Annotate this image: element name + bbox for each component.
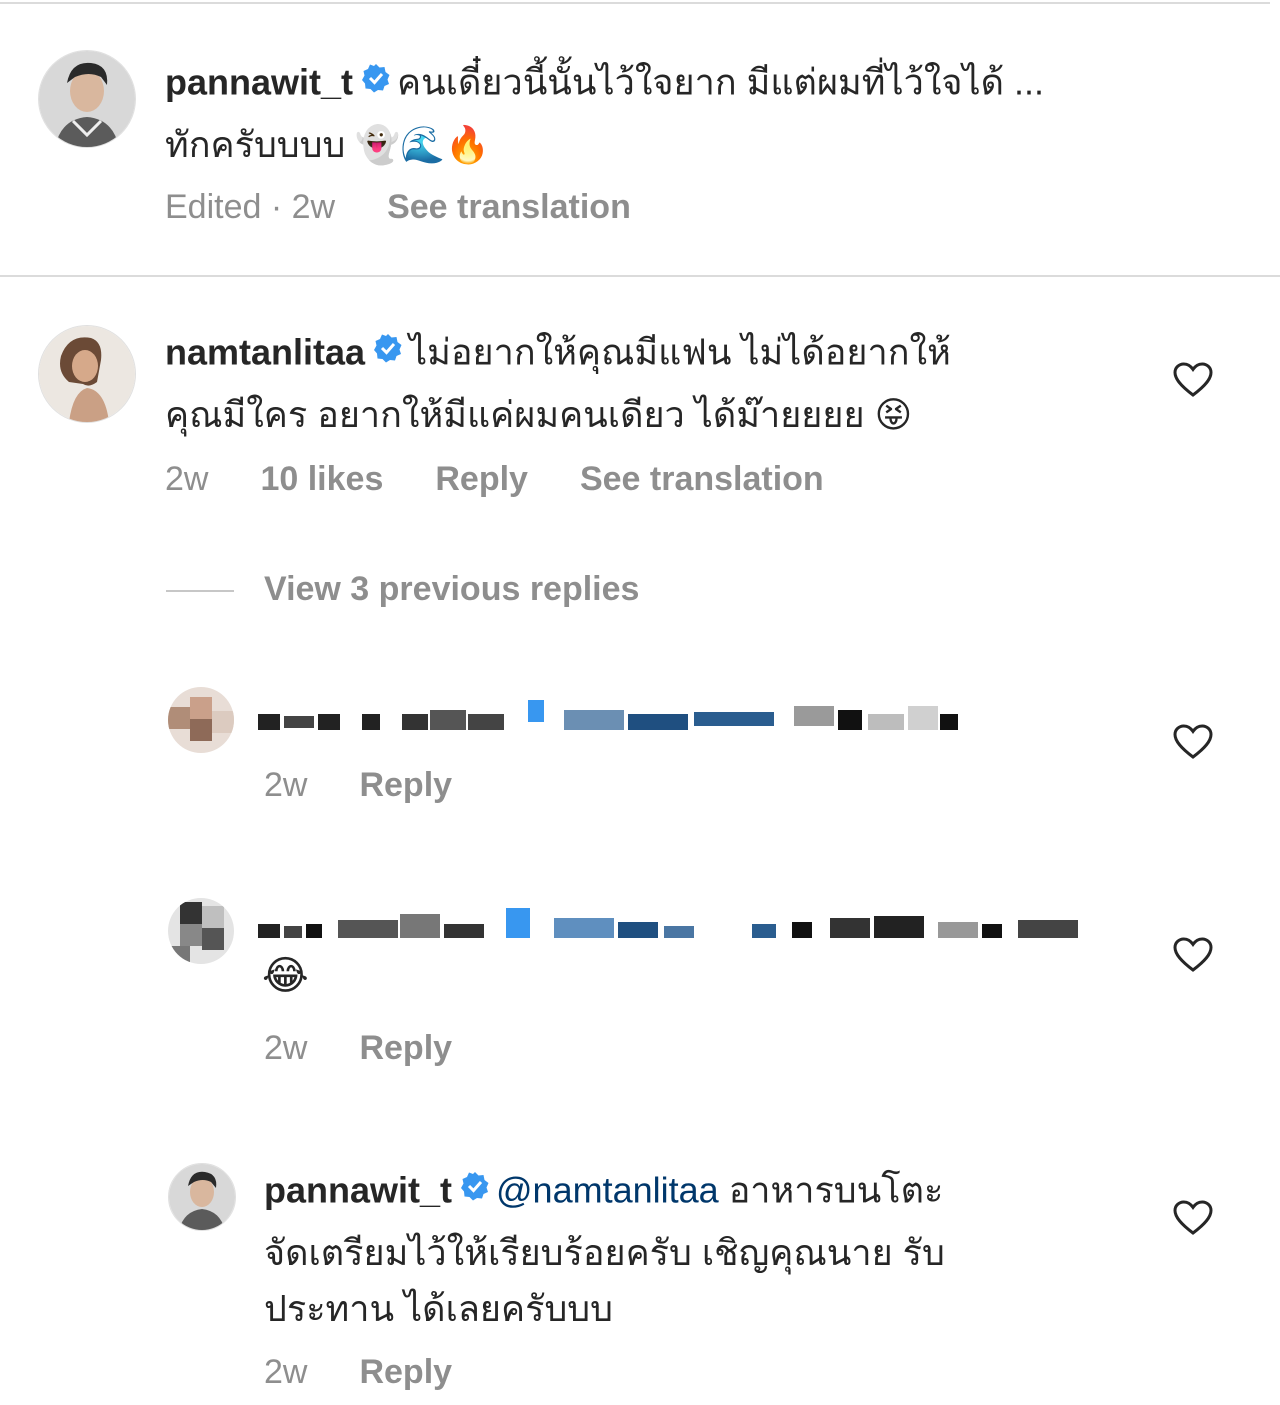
mention-link[interactable]: @namtanlitaa bbox=[496, 1170, 719, 1211]
reply-text: อาหารบนโตะ bbox=[718, 1169, 944, 1211]
reply-text-line2: จัดเตรียมไว้ให้เรียบร้อยครับ เชิญคุณนาย … bbox=[264, 1232, 945, 1273]
censored-text bbox=[258, 908, 1094, 948]
reply-time: 2w bbox=[264, 766, 308, 804]
avatar[interactable] bbox=[38, 325, 136, 423]
top-divider bbox=[0, 2, 1270, 4]
replies-line bbox=[166, 590, 234, 593]
reply-button[interactable]: Reply bbox=[359, 766, 452, 804]
reply-button[interactable]: Reply bbox=[359, 1029, 452, 1067]
comment-text-line2: คุณมีใคร อยากให้มีแค่ผมคนเดียว ได้ม๊ายยย… bbox=[165, 394, 913, 435]
see-translation-link[interactable]: See translation bbox=[387, 188, 631, 226]
comment-text: คนเดี๋ยวนี้นั้นไว้ใจยาก มีแต่ผมที่ไว้ใจไ… bbox=[397, 61, 1044, 103]
view-previous-replies[interactable]: View 3 previous replies bbox=[166, 570, 639, 609]
verified-badge-icon bbox=[361, 53, 391, 109]
reply-emoji: 😂 bbox=[262, 953, 309, 999]
reply-time: 2w bbox=[264, 1029, 308, 1067]
comment-text-line2: ทักครับบบบ 👻🌊🔥 bbox=[165, 124, 490, 165]
avatar[interactable] bbox=[38, 50, 136, 148]
reply-time: 2w bbox=[264, 1353, 308, 1391]
heart-icon[interactable] bbox=[1173, 724, 1213, 760]
censored-text bbox=[258, 700, 968, 740]
heart-icon[interactable] bbox=[1173, 362, 1213, 398]
comment-text: ไม่อยากให้คุณมีแฟน ไม่ได้อยากให้ bbox=[409, 331, 951, 373]
avatar[interactable] bbox=[168, 898, 234, 964]
heart-icon[interactable] bbox=[1173, 937, 1213, 973]
see-translation-link[interactable]: See translation bbox=[580, 460, 824, 498]
heart-icon[interactable] bbox=[1173, 1200, 1213, 1236]
section-divider bbox=[0, 275, 1280, 277]
verified-badge-icon bbox=[373, 323, 403, 379]
username[interactable]: namtanlitaa bbox=[165, 332, 365, 373]
verified-badge-icon bbox=[460, 1161, 490, 1217]
view-previous-replies-label: View 3 previous replies bbox=[264, 570, 640, 608]
username[interactable]: pannawit_t bbox=[165, 62, 353, 103]
reply-button[interactable]: Reply bbox=[359, 1353, 452, 1391]
reply-text-line3: ประทาน ได้เลยครับบบ bbox=[264, 1288, 613, 1329]
edited-timestamp: Edited · 2w bbox=[165, 188, 336, 226]
avatar[interactable] bbox=[168, 1163, 236, 1231]
comment-time: 2w bbox=[165, 460, 209, 498]
username[interactable]: pannawit_t bbox=[264, 1170, 452, 1211]
reply-button[interactable]: Reply bbox=[435, 460, 528, 498]
likes-count[interactable]: 10 likes bbox=[260, 460, 383, 498]
avatar[interactable] bbox=[168, 687, 234, 753]
